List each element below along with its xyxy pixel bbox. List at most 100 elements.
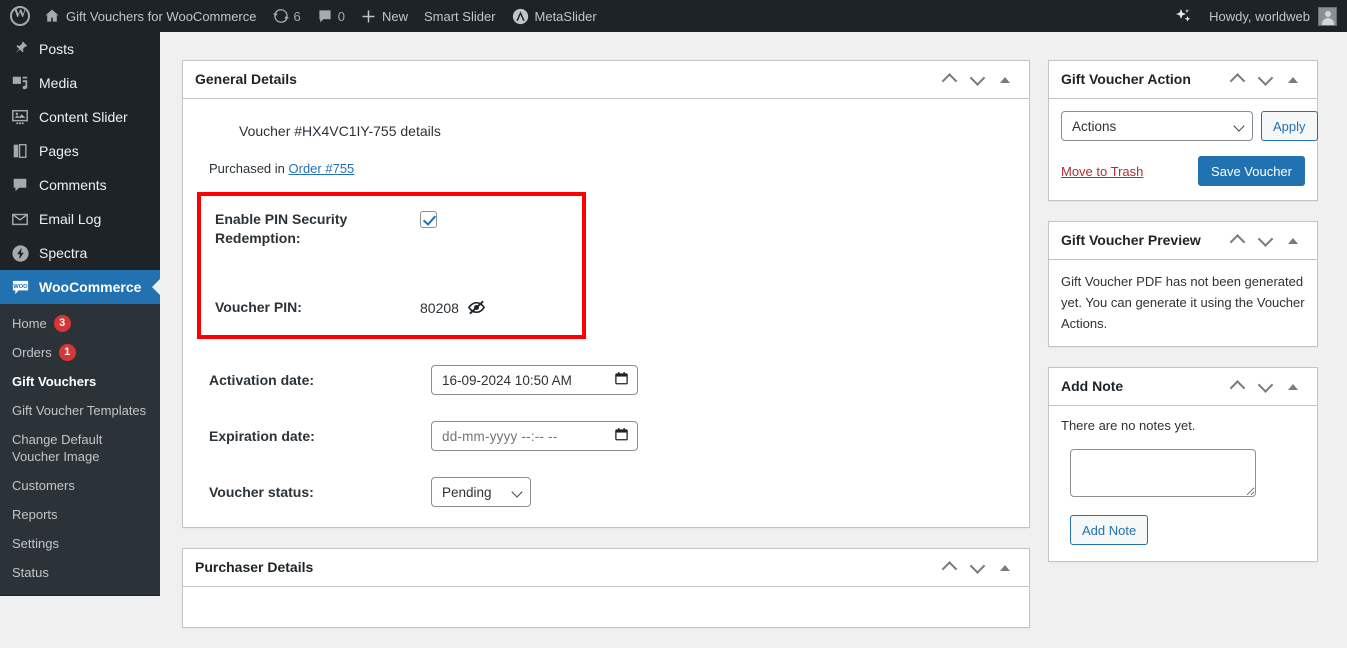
actions-select[interactable]: Actions — [1061, 111, 1253, 141]
my-account-link[interactable]: Howdy, worldweb — [1201, 0, 1310, 32]
add-note-button-wrap: Add Note — [1070, 515, 1305, 546]
sidebar-item-label: WooCommerce — [39, 279, 142, 295]
chevron-up-icon[interactable] — [1225, 374, 1249, 400]
site-name-link[interactable]: Gift Vouchers for WooCommerce — [36, 0, 265, 32]
apply-button[interactable]: Apply — [1261, 111, 1318, 141]
voucher-pin-row: Voucher PIN: 80208 — [215, 298, 568, 317]
activation-date-input[interactable] — [431, 365, 638, 395]
media-icon — [10, 73, 30, 93]
comments-link[interactable]: 0 — [309, 0, 353, 32]
triangle-up-icon[interactable] — [993, 555, 1017, 581]
sidebar-item-spectra[interactable]: Spectra — [0, 236, 160, 270]
smart-slider-link[interactable]: Smart Slider — [416, 0, 504, 32]
ai-sparkle-button[interactable] — [1165, 0, 1201, 32]
expiration-date-row: Expiration date: — [209, 421, 1015, 451]
avatar[interactable] — [1318, 6, 1337, 26]
home-icon — [44, 8, 60, 24]
triangle-up-icon[interactable] — [1281, 228, 1305, 254]
purchaser-details-body — [183, 587, 1029, 627]
slider-image-icon — [10, 107, 30, 127]
move-to-trash-link[interactable]: Move to Trash — [1061, 164, 1143, 179]
main-content-area: General Details Voucher #HX4VC1IY-755 de… — [160, 32, 1347, 628]
sidebar-item-label: Email Log — [39, 211, 102, 227]
save-voucher-button[interactable]: Save Voucher — [1198, 156, 1305, 186]
updates-count: 6 — [293, 8, 301, 24]
panel-title: Purchaser Details — [195, 558, 314, 575]
voucher-pin-label: Voucher PIN: — [215, 299, 302, 315]
gift-voucher-preview-panel: Gift Voucher Preview Gift Voucher PDF ha… — [1048, 221, 1318, 348]
sidebar-subitem-status[interactable]: Status — [0, 558, 160, 587]
voucher-status-select[interactable]: Pending — [431, 477, 531, 507]
updates-link[interactable]: 6 — [265, 0, 309, 32]
chevron-down-icon[interactable] — [1253, 67, 1277, 93]
general-details-panel: General Details Voucher #HX4VC1IY-755 de… — [182, 60, 1030, 528]
eye-off-icon[interactable] — [467, 298, 486, 317]
sidebar-subitem-label: Customers — [12, 478, 75, 493]
add-note-header: Add Note — [1049, 368, 1317, 407]
post-body-content: General Details Voucher #HX4VC1IY-755 de… — [182, 60, 1030, 648]
pages-icon — [10, 141, 30, 161]
triangle-up-icon[interactable] — [993, 67, 1017, 93]
sidebar-subitem-customers[interactable]: Customers — [0, 471, 160, 500]
wordpress-logo-button[interactable] — [0, 0, 36, 32]
triangle-up-icon[interactable] — [1281, 374, 1305, 400]
new-content-button[interactable]: New — [353, 0, 416, 32]
sidebar-item-label: Spectra — [39, 245, 88, 261]
gift-voucher-action-panel: Gift Voucher Action Actions Apply Move t… — [1048, 60, 1318, 201]
sidebar-item-label: Content Slider — [39, 109, 128, 125]
sidebar-item-pages[interactable]: Pages — [0, 134, 160, 168]
poststuff: General Details Voucher #HX4VC1IY-755 de… — [160, 32, 1347, 648]
metaslider-icon — [512, 8, 529, 25]
activation-date-row: Activation date: — [209, 365, 1015, 395]
sidebar-item-media[interactable]: Media — [0, 66, 160, 100]
add-note-button[interactable]: Add Note — [1070, 515, 1149, 546]
pin-security-checkbox[interactable] — [420, 211, 437, 228]
sidebar-item-email-log[interactable]: Email Log — [0, 202, 160, 236]
panel-title: General Details — [195, 70, 297, 87]
voucher-title: Voucher #HX4VC1IY-755 details — [239, 123, 441, 139]
chevron-up-icon[interactable] — [1225, 67, 1249, 93]
gift-voucher-preview-header: Gift Voucher Preview — [1049, 222, 1317, 260]
activation-date-wrap — [431, 365, 638, 395]
triangle-up-icon[interactable] — [1281, 67, 1305, 93]
chevron-up-icon[interactable] — [937, 555, 961, 581]
sidebar-item-label: Comments — [39, 177, 107, 193]
action-select-row: Actions Apply — [1061, 111, 1318, 141]
sidebar-subitem-label: Gift Vouchers — [12, 374, 97, 389]
pin-security-row: Enable PIN Security Redemption: — [215, 210, 568, 248]
chevron-down-icon[interactable] — [1253, 228, 1277, 254]
panel-title: Gift Voucher Action — [1061, 70, 1191, 87]
sidebar-item-woocommerce[interactable]: WOO WooCommerce — [0, 270, 160, 304]
chevron-down-icon[interactable] — [965, 555, 989, 581]
chevron-down-icon[interactable] — [1253, 374, 1277, 400]
general-details-body: Voucher #HX4VC1IY-755 details Purchased … — [183, 99, 1029, 527]
sidebar-subitem-reports[interactable]: Reports — [0, 500, 160, 529]
chevron-up-icon[interactable] — [1225, 228, 1249, 254]
sidebar-subitem-orders[interactable]: Orders 1 — [0, 338, 160, 367]
postbox-container-side: Gift Voucher Action Actions Apply Move t… — [1048, 60, 1318, 648]
comments-count: 0 — [337, 8, 345, 24]
sidebar-item-content-slider[interactable]: Content Slider — [0, 100, 160, 134]
voucher-pin-value: 80208 — [420, 299, 459, 316]
expiration-date-input[interactable] — [431, 421, 638, 451]
chevron-down-icon[interactable] — [965, 67, 989, 93]
sidebar-item-comments[interactable]: Comments — [0, 168, 160, 202]
purchaser-details-header: Purchaser Details — [183, 549, 1029, 587]
metaslider-link[interactable]: MetaSlider — [504, 0, 605, 32]
chevron-up-icon[interactable] — [937, 67, 961, 93]
pin-icon — [10, 39, 30, 59]
sidebar-subitem-change-default-voucher-image[interactable]: Change Default Voucher Image — [0, 425, 160, 471]
note-textarea[interactable] — [1070, 449, 1256, 498]
panel-controls — [1225, 374, 1305, 400]
actions-select-wrap: Actions — [1061, 111, 1253, 141]
envelope-icon — [10, 209, 30, 229]
woocommerce-icon: WOO — [10, 277, 30, 297]
sidebar-subitem-settings[interactable]: Settings — [0, 529, 160, 558]
new-content-label: New — [381, 8, 408, 24]
sidebar-item-posts[interactable]: Posts — [0, 32, 160, 66]
sidebar-subitem-gift-vouchers[interactable]: Gift Vouchers — [0, 367, 160, 396]
gift-voucher-action-header: Gift Voucher Action — [1049, 61, 1317, 99]
order-link[interactable]: Order #755 — [289, 161, 355, 176]
sidebar-subitem-home[interactable]: Home 3 — [0, 309, 160, 338]
sidebar-subitem-gift-voucher-templates[interactable]: Gift Voucher Templates — [0, 396, 160, 425]
